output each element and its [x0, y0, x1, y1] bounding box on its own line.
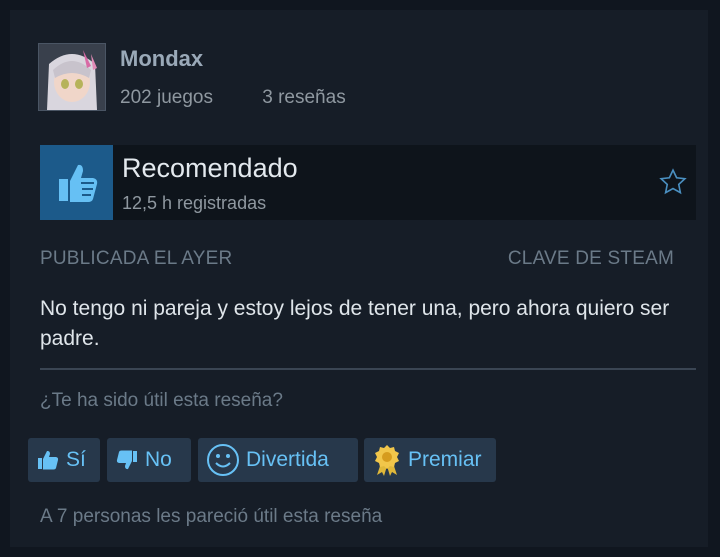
games-count[interactable]: 202 juegos — [120, 87, 213, 108]
posted-date: PUBLICADA EL AYER — [40, 248, 233, 269]
thumbs-up-icon — [40, 145, 113, 220]
review-card: Mondax 202 juegos 3 reseñas Recomendado … — [10, 10, 708, 547]
avatar[interactable] — [38, 43, 106, 111]
funny-label: Divertida — [246, 448, 329, 471]
recommendation-bar: Recomendado 12,5 h registradas — [40, 145, 696, 220]
review-text: No tengo ni pareja y estoy lejos de tene… — [40, 297, 670, 350]
funny-button[interactable]: Divertida — [198, 438, 358, 482]
award-medal-icon — [372, 443, 402, 477]
reviews-count[interactable]: 3 reseñas — [262, 87, 345, 108]
yes-label: Sí — [66, 448, 86, 471]
username[interactable]: Mondax — [120, 46, 203, 72]
user-stats: 202 juegos 3 reseñas — [120, 87, 390, 109]
award-button[interactable]: Premiar — [364, 438, 496, 482]
no-button[interactable]: No — [107, 438, 191, 482]
helpful-count: A 7 personas les pareció útil esta reseñ… — [40, 506, 383, 527]
thumbs-up-icon — [36, 448, 60, 472]
verdict-label: Recomendado — [122, 153, 298, 183]
avatar-image — [39, 44, 105, 110]
key-source: CLAVE DE STEAM — [507, 248, 674, 269]
smiley-icon — [206, 443, 240, 477]
thumbs-down-icon — [115, 448, 139, 472]
helpful-question: ¿Te ha sido útil esta reseña? — [40, 390, 283, 411]
no-label: No — [145, 448, 172, 471]
star-outline-icon[interactable] — [658, 167, 688, 202]
hours-played: 12,5 h registradas — [122, 193, 267, 213]
divider — [40, 368, 696, 370]
award-label: Premiar — [408, 448, 482, 471]
yes-button[interactable]: Sí — [28, 438, 100, 482]
